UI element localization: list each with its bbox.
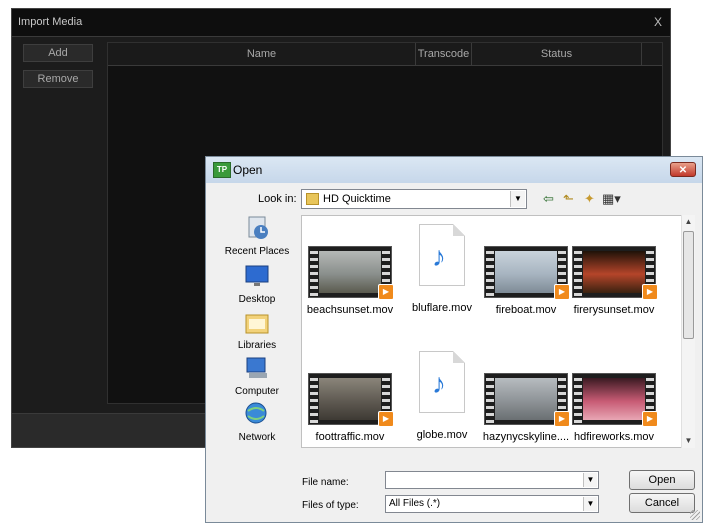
video-thumbnail: ▶ [308,373,394,427]
file-name: hazynycskyline.... [482,431,570,443]
cancel-button[interactable]: Cancel [629,493,695,513]
file-item[interactable]: ▶ hdfireworks.mov [569,373,659,443]
file-name-label: File name: [302,477,349,488]
add-button[interactable]: Add [23,44,93,62]
vertical-scrollbar[interactable]: ▲ ▼ [681,215,695,448]
place-label: Recent Places [224,246,290,257]
open-dialog-titlebar[interactable]: TP Open ✕ [206,157,702,183]
file-name: hdfireworks.mov [573,431,655,443]
import-media-title: Import Media [18,16,83,28]
scroll-down-icon[interactable]: ▼ [682,434,695,448]
libraries-icon [245,314,269,334]
files-of-type-value: All Files (.*) [389,498,441,509]
recent-places-icon [248,216,268,239]
video-thumbnail: ▶ [484,373,570,427]
video-thumbnail: ▶ [572,373,658,427]
import-media-close-button[interactable]: X [654,15,662,29]
network-icon [245,402,267,424]
file-item[interactable]: ▶ beachsunset.mov [305,246,395,316]
play-icon: ▶ [642,411,658,427]
file-name: globe.mov [416,429,468,441]
place-computer[interactable]: Computer [217,355,297,397]
column-transcode[interactable]: Transcode [416,43,472,65]
file-name: firerysunset.mov [573,304,655,316]
place-desktop[interactable]: Desktop [217,263,297,305]
file-name: beachsunset.mov [306,304,394,316]
look-in-label: Look in: [258,193,297,205]
video-thumbnail: ▶ [308,246,394,300]
open-button[interactable]: Open [629,470,695,490]
scrollbar-thumb[interactable] [683,231,694,339]
scroll-up-icon[interactable]: ▲ [682,215,695,229]
open-dialog-close-button[interactable]: ✕ [670,162,696,177]
place-recent-places[interactable]: Recent Places [217,215,297,257]
video-thumbnail: ▶ [572,246,658,300]
folder-icon [306,193,319,205]
look-in-dropdown[interactable]: HD Quicktime ▼ [301,189,527,209]
play-icon: ▶ [554,411,570,427]
chevron-down-icon[interactable]: ▼ [510,191,525,207]
chevron-down-icon[interactable]: ▼ [583,473,597,487]
video-thumbnail: ▶ [484,246,570,300]
column-name[interactable]: Name [108,43,416,65]
computer-icon [246,357,267,378]
app-icon: TP [213,162,231,178]
file-name: fireboat.mov [495,304,557,316]
place-label: Libraries [237,340,277,351]
chevron-down-icon[interactable]: ▼ [583,497,597,511]
play-icon: ▶ [378,411,394,427]
place-label: Desktop [238,294,276,305]
file-item[interactable]: ▶ foottraffic.mov [305,373,395,443]
media-table-header: Name Transcode Status [108,43,662,66]
desktop-icon [245,265,269,286]
file-name: foottraffic.mov [315,431,385,443]
place-libraries[interactable]: Libraries [217,309,297,351]
view-menu-icon[interactable]: ▦▾ [602,192,621,205]
play-icon: ▶ [554,284,570,300]
play-icon: ▶ [378,284,394,300]
file-item[interactable]: ▶ firerysunset.mov [569,246,659,316]
audio-file-icon: ♪ [419,224,465,286]
place-label: Network [238,432,276,443]
file-name: bluflare.mov [412,302,472,314]
import-media-titlebar[interactable]: Import Media X [12,9,670,37]
place-network[interactable]: Network [217,401,297,443]
files-of-type-label: Files of type: [302,500,359,511]
audio-file-icon: ♪ [419,351,465,413]
remove-button[interactable]: Remove [23,70,93,88]
back-arrow-icon[interactable]: ⇦ [543,192,554,205]
files-of-type-dropdown[interactable]: All Files (.*) ▼ [385,495,599,513]
column-status[interactable]: Status [472,43,642,65]
file-item[interactable]: ▶ hazynycskyline.... [481,373,571,443]
open-dialog: TP Open ✕ Look in: HD Quicktime ▼ ⇦ ⬑ ✦ … [205,156,703,523]
new-folder-icon[interactable]: ✦ [584,192,595,205]
open-dialog-title: Open [233,163,263,177]
play-icon: ▶ [642,284,658,300]
look-in-value: HD Quicktime [323,193,391,205]
file-list-pane[interactable]: ▶ beachsunset.mov ♪ bluflare.mov ▶ fireboat.m… [301,215,683,448]
up-folder-icon[interactable]: ⬑ [563,192,574,205]
resize-grip-icon[interactable] [690,510,700,520]
place-label: Computer [235,386,279,397]
places-bar: Recent Places Desktop Libraries Computer… [217,215,297,445]
file-name-input[interactable]: ▼ [385,471,599,489]
file-item[interactable]: ♪ globe.mov [397,351,487,441]
file-item[interactable]: ▶ fireboat.mov [481,246,571,316]
file-item[interactable]: ♪ bluflare.mov [397,224,487,314]
